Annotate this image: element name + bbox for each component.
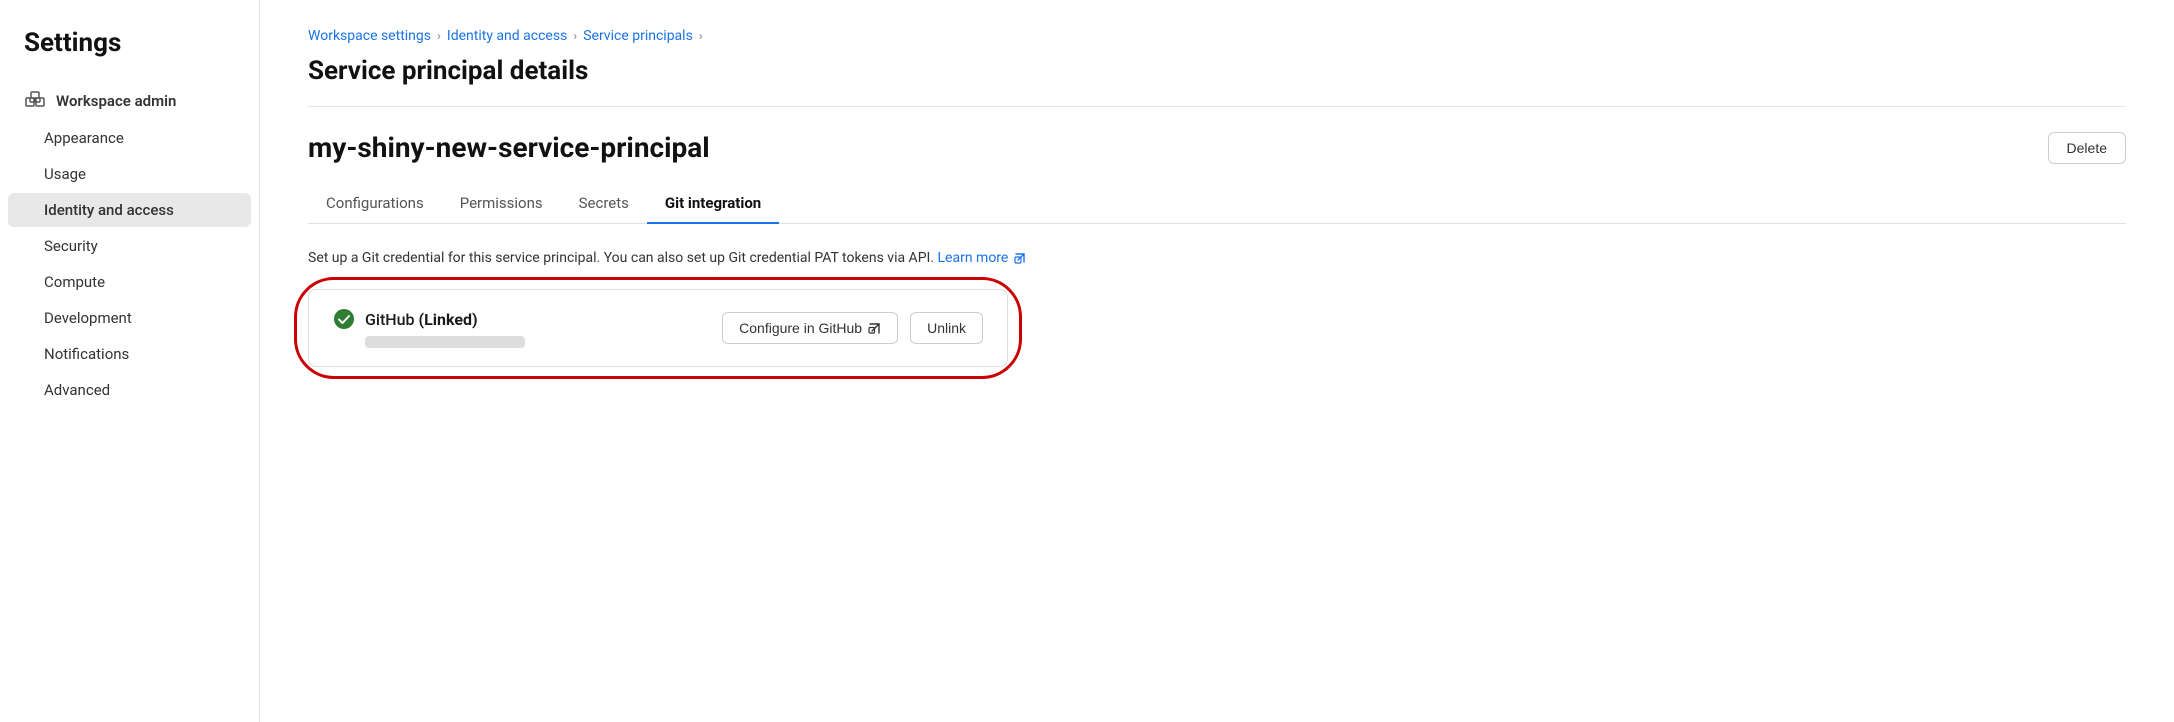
configure-external-link-icon (868, 322, 881, 335)
page-title: Service principal details (308, 56, 2126, 107)
external-link-icon (1014, 252, 1026, 264)
git-card-subtitle (365, 336, 525, 348)
breadcrumb-workspace-settings[interactable]: Workspace settings (308, 28, 431, 44)
tab-git-integration[interactable]: Git integration (647, 184, 779, 224)
delete-button[interactable]: Delete (2048, 132, 2126, 164)
sidebar-item-usage[interactable]: Usage (8, 157, 251, 191)
sidebar-item-appearance[interactable]: Appearance (8, 121, 251, 155)
sidebar-item-notifications[interactable]: Notifications (8, 337, 251, 371)
tab-bar: Configurations Permissions Secrets Git i… (308, 184, 2126, 224)
breadcrumb-identity[interactable]: Identity and access (447, 28, 567, 44)
breadcrumb-service-principals[interactable]: Service principals (583, 28, 693, 44)
linked-check-icon (333, 308, 355, 330)
main-content: Workspace settings › Identity and access… (260, 0, 2174, 722)
description-text: Set up a Git credential for this service… (308, 248, 2126, 269)
tab-configurations[interactable]: Configurations (308, 184, 442, 224)
unlink-button[interactable]: Unlink (910, 312, 983, 344)
tab-secrets[interactable]: Secrets (561, 184, 647, 224)
git-card: GitHub (Linked) Configure in GitHub Unli… (308, 289, 1008, 367)
sidebar-title: Settings (0, 28, 259, 82)
git-card-wrapper: GitHub (Linked) Configure in GitHub Unli… (308, 289, 1008, 367)
breadcrumb-sep-1: › (437, 29, 441, 44)
sidebar-item-identity[interactable]: Identity and access (8, 193, 251, 227)
sidebar: Settings Workspace admin Appearance Usag… (0, 0, 260, 722)
breadcrumb: Workspace settings › Identity and access… (308, 28, 2126, 44)
configure-in-github-button[interactable]: Configure in GitHub (722, 312, 898, 344)
git-provider-label: GitHub (Linked) (365, 310, 478, 329)
breadcrumb-sep-2: › (573, 29, 577, 44)
sidebar-item-compute[interactable]: Compute (8, 265, 251, 299)
tab-permissions[interactable]: Permissions (442, 184, 561, 224)
breadcrumb-sep-3: › (699, 29, 703, 44)
learn-more-link[interactable]: Learn more (938, 250, 1026, 266)
workspace-admin-label: Workspace admin (56, 92, 176, 110)
git-card-actions: Configure in GitHub Unlink (722, 312, 983, 344)
git-card-title: GitHub (Linked) (333, 308, 525, 330)
sidebar-item-development[interactable]: Development (8, 301, 251, 335)
sp-name-row: my-shiny-new-service-principal Delete (308, 131, 2126, 164)
sidebar-workspace-admin[interactable]: Workspace admin (0, 82, 259, 120)
git-card-left: GitHub (Linked) (333, 308, 525, 348)
sidebar-item-security[interactable]: Security (8, 229, 251, 263)
sidebar-item-advanced[interactable]: Advanced (8, 373, 251, 407)
org-icon (24, 90, 46, 112)
sp-name: my-shiny-new-service-principal (308, 131, 710, 164)
